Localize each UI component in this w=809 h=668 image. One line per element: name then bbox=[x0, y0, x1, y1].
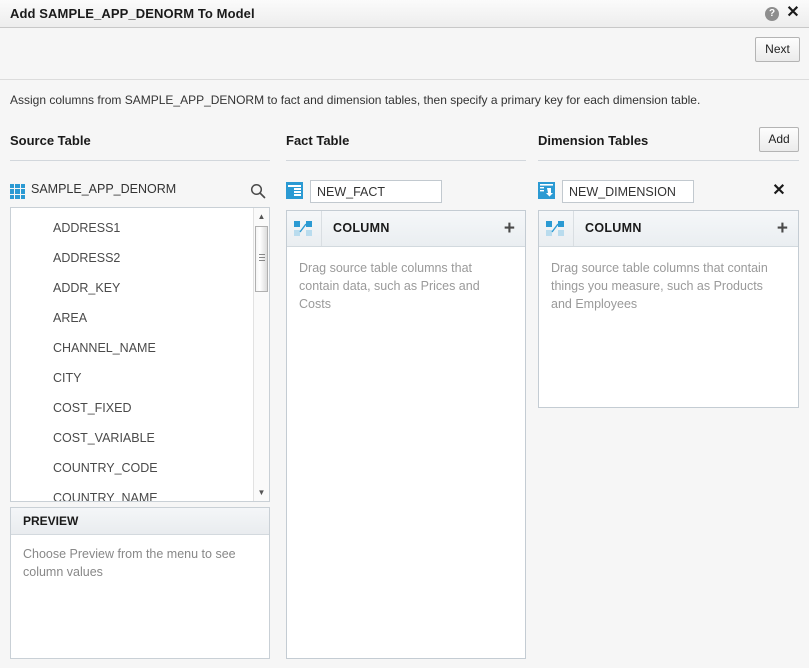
list-item[interactable]: ADDRESS1 bbox=[11, 213, 253, 243]
column-measure-icon bbox=[546, 220, 565, 239]
list-item[interactable]: ADDRESS2 bbox=[11, 243, 253, 273]
list-item[interactable]: COST_VARIABLE bbox=[11, 423, 253, 453]
dialog-toolbar: Next bbox=[0, 29, 809, 80]
header-divider bbox=[321, 211, 322, 246]
preview-message: Choose Preview from the menu to see colu… bbox=[23, 547, 236, 579]
search-icon[interactable] bbox=[249, 182, 267, 200]
table-grid-icon bbox=[10, 184, 25, 199]
scroll-up-arrow-icon[interactable]: ▲ bbox=[254, 209, 269, 224]
fact-column-header: COLUMN + bbox=[287, 211, 525, 247]
list-item[interactable]: COST_FIXED bbox=[11, 393, 253, 423]
next-button[interactable]: Next bbox=[755, 37, 800, 62]
scrollbar-grip-icon bbox=[259, 254, 265, 261]
source-columns-scrollbar[interactable]: ▲ ▼ bbox=[253, 208, 269, 501]
dimension-table-icon bbox=[538, 182, 555, 199]
source-table-name: SAMPLE_APP_DENORM bbox=[31, 182, 177, 196]
scroll-down-arrow-icon[interactable]: ▼ bbox=[254, 485, 269, 500]
header-divider bbox=[573, 211, 574, 246]
fact-table-name-input[interactable] bbox=[310, 180, 442, 203]
preview-panel: PREVIEW Choose Preview from the menu to … bbox=[10, 507, 270, 659]
source-columns-list-inner: ADDRESS1 ADDRESS2 ADDR_KEY AREA CHANNEL_… bbox=[11, 208, 253, 501]
preview-header: PREVIEW bbox=[11, 508, 269, 535]
plus-icon[interactable]: + bbox=[504, 217, 515, 241]
remove-dimension-icon[interactable]: ✕ bbox=[770, 181, 788, 201]
dimension-column-header: COLUMN + bbox=[539, 211, 798, 247]
source-columns-list[interactable]: ADDRESS1 ADDRESS2 ADDR_KEY AREA CHANNEL_… bbox=[10, 207, 270, 502]
dimension-table-hint: Drag source table columns that contain t… bbox=[551, 261, 768, 311]
close-icon[interactable]: ✕ bbox=[785, 4, 801, 22]
dimension-table-drop-panel[interactable]: COLUMN + Drag source table columns that … bbox=[538, 210, 799, 408]
dialog-title-bar: Add SAMPLE_APP_DENORM To Model ? ✕ bbox=[0, 0, 809, 28]
fact-table-section-header: Fact Table bbox=[286, 133, 526, 161]
plus-icon[interactable]: + bbox=[777, 217, 788, 241]
fact-column-label: COLUMN bbox=[333, 221, 390, 235]
list-item[interactable]: ADDR_KEY bbox=[11, 273, 253, 303]
scrollbar-thumb[interactable] bbox=[255, 226, 268, 292]
list-item[interactable]: AREA bbox=[11, 303, 253, 333]
help-circle-icon[interactable]: ? bbox=[765, 7, 779, 21]
dialog-title: Add SAMPLE_APP_DENORM To Model bbox=[10, 6, 255, 21]
fact-table-hint: Drag source table columns that contain d… bbox=[299, 261, 480, 311]
dimension-table-name-row: ✕ bbox=[538, 180, 799, 204]
fact-table-drop-panel[interactable]: COLUMN + Drag source table columns that … bbox=[286, 210, 526, 659]
dimension-tables-section-title: Dimension Tables bbox=[538, 133, 649, 148]
fact-table-section-title: Fact Table bbox=[286, 133, 350, 148]
dimension-tables-section-header: Dimension Tables Add bbox=[538, 127, 799, 161]
dimension-column-label: COLUMN bbox=[585, 221, 642, 235]
source-table-row: SAMPLE_APP_DENORM bbox=[10, 182, 270, 204]
fact-table-icon bbox=[286, 182, 303, 199]
list-item[interactable]: CHANNEL_NAME bbox=[11, 333, 253, 363]
list-item[interactable]: COUNTRY_CODE bbox=[11, 453, 253, 483]
list-item[interactable]: CITY bbox=[11, 363, 253, 393]
add-dimension-button[interactable]: Add bbox=[759, 127, 799, 152]
list-item[interactable]: COUNTRY_NAME bbox=[11, 483, 253, 501]
fact-table-name-row bbox=[286, 180, 526, 204]
instruction-text: Assign columns from SAMPLE_APP_DENORM to… bbox=[10, 93, 701, 107]
dimension-table-name-input[interactable] bbox=[562, 180, 694, 203]
column-measure-icon bbox=[294, 220, 313, 239]
source-table-section-title: Source Table bbox=[10, 133, 91, 148]
source-table-section-header: Source Table bbox=[10, 133, 270, 161]
